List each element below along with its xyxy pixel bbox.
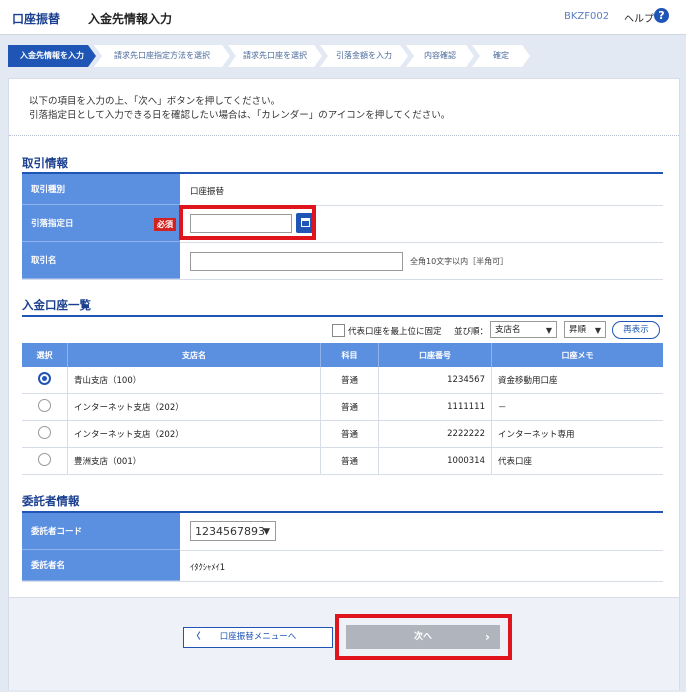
memo-cell: インターネット専用	[491, 420, 663, 448]
withdrawal-date-row: 引落指定日 必須	[22, 205, 663, 243]
sort-order-value: 昇順	[569, 325, 587, 335]
branch-cell: 青山支店（100）	[67, 367, 321, 394]
branch-cell: インターネット支店（202）	[67, 393, 321, 421]
help-link[interactable]: ヘルプ	[624, 10, 654, 25]
sort-field-value: 支店名	[495, 325, 521, 335]
progress-steps: 入金先情報を入力 請求先口座指定方法を選択 請求先口座を選択 引落金額を入力 内…	[8, 45, 678, 67]
consignor-name-label: 委託者名	[22, 550, 180, 581]
page-title: 入金先情報入力	[88, 12, 173, 26]
consignor-name-row: 委託者名 ｲﾀｸｼｬﾒｲ1	[22, 550, 663, 582]
consignor-code-select[interactable]: 1234567893 ▼	[190, 521, 276, 541]
consignor-code-value: 1234567893	[195, 525, 265, 538]
transaction-type-value: 口座振替	[190, 187, 225, 197]
transaction-type-row: 取引種別 口座振替	[22, 174, 663, 206]
select-cell[interactable]	[22, 367, 68, 394]
chevron-left-icon: 〈	[192, 632, 201, 642]
intro-line-2: 引落指定日として入力できる日を確認したい場合は、「カレンダー」のアイコンを押して…	[29, 110, 451, 121]
account-radio[interactable]	[38, 399, 51, 412]
select-cell[interactable]	[22, 420, 68, 448]
step-enter-deposit-info: 入金先情報を入力	[8, 45, 96, 67]
highlight-next-button	[335, 614, 512, 660]
header-category: 口座振替	[12, 12, 61, 26]
column-header: 選択	[22, 343, 68, 367]
accounts-section-title: 入金口座一覧	[22, 298, 91, 312]
intro-line-1: 以下の項目を入力の上、「次へ」ボタンを押してください。	[29, 96, 281, 107]
consignor-section-title: 委託者情報	[22, 494, 80, 508]
step-select-billing-account: 請求先口座を選択	[228, 45, 322, 67]
main-panel: 以下の項目を入力の上、「次へ」ボタンを押してください。 引落指定日として入力でき…	[8, 78, 680, 690]
rep-account-checkbox-label: 代表口座を最上位に固定	[348, 327, 442, 337]
transaction-name-hint: 全角10文字以内［半角可］	[410, 257, 509, 266]
account-radio[interactable]	[38, 453, 51, 466]
column-header: 口座メモ	[491, 343, 663, 367]
column-header: 科目	[320, 343, 379, 367]
account-table: 選択 支店名 科目 口座番号 口座メモ 青山支店（100） 普通 1234567…	[22, 343, 663, 475]
back-to-menu-label: 口座振替メニューへ	[219, 632, 297, 642]
step-select-billing-method: 請求先口座指定方法を選択	[94, 45, 230, 67]
help-icon[interactable]: ?	[654, 8, 669, 23]
account-filter-bar: 代表口座を最上位に固定 並び順： 支店名 ▼ 昇順 ▼ 再表示	[22, 319, 663, 343]
section-divider	[22, 315, 663, 317]
branch-cell: インターネット支店（202）	[67, 420, 321, 448]
transaction-name-row: 取引名 全角10文字以内［半角可］	[22, 242, 663, 280]
memo-cell: 代表口座	[491, 447, 663, 475]
table-row[interactable]: インターネット支店（202） 普通 2222222 インターネット専用	[22, 420, 663, 448]
account-radio-selected[interactable]	[38, 372, 51, 385]
select-cell[interactable]	[22, 447, 68, 475]
step-enter-amount: 引落金額を入力	[320, 45, 408, 67]
chevron-down-icon: ▼	[594, 326, 601, 335]
transaction-name-label: 取引名	[22, 242, 180, 279]
column-header: 口座番号	[378, 343, 492, 367]
back-to-menu-button[interactable]: 〈 口座振替メニューへ	[183, 627, 333, 648]
step-confirm: 内容確認	[406, 45, 474, 67]
type-cell: 普通	[320, 367, 379, 394]
chevron-down-icon: ▼	[263, 527, 270, 537]
divider	[9, 135, 679, 136]
table-row[interactable]: インターネット支店（202） 普通 1111111 －	[22, 393, 663, 421]
table-row[interactable]: 豊洲支店（001） 普通 1000314 代表口座	[22, 447, 663, 475]
highlight-date-box	[179, 205, 316, 240]
number-cell: 1000314	[378, 447, 492, 475]
select-cell[interactable]	[22, 393, 68, 421]
number-cell: 1234567	[378, 367, 492, 394]
screen-id: BKZF002	[564, 11, 610, 22]
consignor-code-label: 委託者コード	[22, 513, 180, 550]
redisplay-button[interactable]: 再表示	[612, 321, 660, 339]
transaction-section-title: 取引情報	[22, 156, 68, 170]
column-header: 支店名	[67, 343, 321, 367]
table-row[interactable]: 青山支店（100） 普通 1234567 資金移動用口座	[22, 367, 663, 394]
number-cell: 1111111	[378, 393, 492, 421]
table-header-row: 選択 支店名 科目 口座番号 口座メモ	[22, 343, 663, 367]
page-header: 口座振替 入金先情報入力 BKZF002 ヘルプ ?	[0, 0, 686, 35]
consignor-code-row: 委託者コード 1234567893 ▼	[22, 513, 663, 551]
transaction-type-label: 取引種別	[22, 174, 180, 205]
consignor-name-value: ｲﾀｸｼｬﾒｲ1	[190, 563, 226, 573]
memo-cell: －	[491, 393, 663, 421]
withdrawal-date-label-text: 引落指定日	[31, 219, 74, 229]
account-radio[interactable]	[38, 426, 51, 439]
required-badge: 必須	[154, 218, 176, 231]
step-complete: 確定	[472, 45, 530, 67]
memo-cell: 資金移動用口座	[491, 367, 663, 394]
transaction-name-input[interactable]	[190, 252, 403, 271]
rep-account-checkbox[interactable]	[332, 324, 345, 337]
sort-field-select[interactable]: 支店名 ▼	[490, 321, 557, 338]
branch-cell: 豊洲支店（001）	[67, 447, 321, 475]
number-cell: 2222222	[378, 420, 492, 448]
sort-label: 並び順：	[454, 327, 489, 337]
sort-order-select[interactable]: 昇順 ▼	[564, 321, 606, 338]
type-cell: 普通	[320, 447, 379, 475]
type-cell: 普通	[320, 393, 379, 421]
type-cell: 普通	[320, 420, 379, 448]
chevron-down-icon: ▼	[545, 326, 552, 335]
intro-text: 以下の項目を入力の上、「次へ」ボタンを押してください。 引落指定日として入力でき…	[29, 95, 450, 123]
